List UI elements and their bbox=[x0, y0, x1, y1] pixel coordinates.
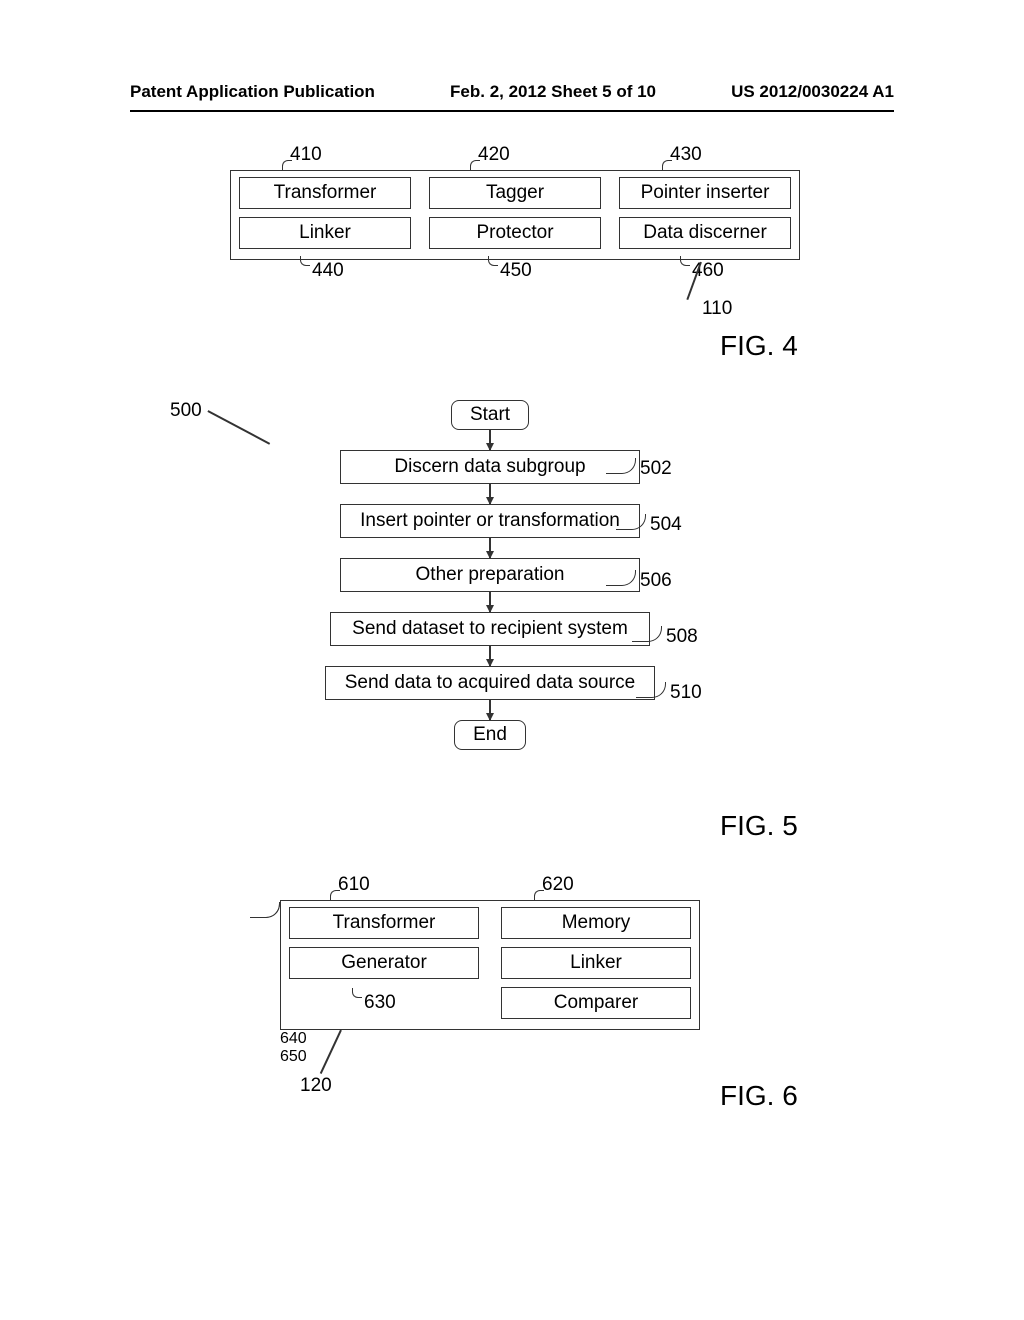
ref-508: 508 bbox=[666, 626, 698, 648]
fig6-row-extra: Comparer bbox=[289, 987, 691, 1019]
box-generator: Generator bbox=[289, 947, 479, 979]
ref-450: 450 bbox=[500, 260, 532, 282]
ref-110: 110 bbox=[702, 298, 732, 320]
header-rule bbox=[130, 110, 894, 112]
step-502: Discern data subgroup bbox=[340, 450, 640, 484]
ref-510-text: 510 bbox=[670, 682, 702, 703]
header-mid: Feb. 2, 2012 Sheet 5 of 10 bbox=[450, 82, 656, 102]
ref-120: 120 bbox=[300, 1075, 332, 1097]
ref-650-text: 650 bbox=[280, 1048, 307, 1065]
figure-6: 610 620 Transformer Memory Generator Lin… bbox=[280, 900, 700, 1066]
fig6-label: FIG. 6 bbox=[720, 1080, 798, 1112]
arrow-down bbox=[489, 484, 491, 504]
box-linker: Linker bbox=[239, 217, 411, 249]
ref-508-text: 508 bbox=[666, 626, 698, 647]
ref-hook bbox=[352, 988, 362, 998]
box-pointer-inserter: Pointer inserter bbox=[619, 177, 791, 209]
arrow-down bbox=[489, 430, 491, 450]
step-510: Send data to acquired data source bbox=[325, 666, 655, 700]
terminal-start: Start bbox=[451, 400, 529, 430]
leader-line bbox=[208, 410, 271, 444]
ref-620: 620 bbox=[542, 874, 574, 896]
box-tagger: Tagger bbox=[429, 177, 601, 209]
box-memory: Memory bbox=[501, 907, 691, 939]
ref-hook bbox=[470, 160, 480, 170]
ref-502: 502 bbox=[640, 458, 672, 480]
header-left: Patent Application Publication bbox=[130, 82, 375, 102]
ref-510: 510 bbox=[670, 682, 702, 704]
page-header: Patent Application Publication Feb. 2, 2… bbox=[0, 82, 1024, 102]
figure-5: 500 Start Discern data subgroup Insert p… bbox=[170, 400, 810, 820]
arrow-down bbox=[489, 646, 491, 666]
box-transformer: Transformer bbox=[239, 177, 411, 209]
ref-440: 440 bbox=[312, 260, 344, 282]
box-comparer: Comparer bbox=[501, 987, 691, 1019]
ref-506-text: 506 bbox=[640, 570, 672, 591]
ref-504-text: 504 bbox=[650, 514, 682, 535]
ref-630: 630 bbox=[364, 992, 396, 1014]
ref-430: 430 bbox=[670, 144, 702, 166]
arrow-down bbox=[489, 592, 491, 612]
ref-502-text: 502 bbox=[640, 458, 672, 479]
step-504: Insert pointer or transformation bbox=[340, 504, 640, 538]
ref-420: 420 bbox=[478, 144, 510, 166]
header-right: US 2012/0030224 A1 bbox=[731, 82, 894, 102]
ref-506: 506 bbox=[640, 570, 672, 592]
ref-610: 610 bbox=[338, 874, 370, 896]
terminal-end: End bbox=[454, 720, 526, 750]
ref-640-text: 640 bbox=[280, 1030, 307, 1047]
ref-640: 640 bbox=[280, 1030, 700, 1048]
step-506: Other preparation bbox=[340, 558, 640, 592]
box-data-discerner: Data discerner bbox=[619, 217, 791, 249]
ref-hook bbox=[300, 256, 310, 266]
ref-hook bbox=[662, 160, 672, 170]
box-linker-6: Linker bbox=[501, 947, 691, 979]
fig6-container: Transformer Memory Generator Linker Comp… bbox=[280, 900, 700, 1030]
fig4-row-top: Transformer Tagger Pointer inserter bbox=[239, 177, 791, 209]
fig5-label: FIG. 5 bbox=[720, 810, 798, 842]
arrow-down bbox=[489, 538, 491, 558]
ref-hook bbox=[488, 256, 498, 266]
fig4-row-bot: Linker Protector Data discerner bbox=[239, 217, 791, 249]
figure-4: 410 420 430 Transformer Tagger Pointer i… bbox=[230, 170, 800, 260]
fig4-container: Transformer Tagger Pointer inserter Link… bbox=[230, 170, 800, 260]
box-protector: Protector bbox=[429, 217, 601, 249]
ref-650: 650 bbox=[280, 1048, 700, 1066]
ref-500: 500 bbox=[170, 400, 202, 422]
fig4-label: FIG. 4 bbox=[720, 330, 798, 362]
ref-hook bbox=[680, 256, 690, 266]
box-transformer-6: Transformer bbox=[289, 907, 479, 939]
ref-hook bbox=[282, 160, 292, 170]
fig6-row-bot: Generator Linker bbox=[289, 947, 691, 979]
ref-hook bbox=[534, 890, 544, 900]
ref-504: 504 bbox=[650, 514, 682, 536]
ref-410: 410 bbox=[290, 144, 322, 166]
arrow-down bbox=[489, 700, 491, 720]
step-508: Send dataset to recipient system bbox=[330, 612, 650, 646]
fig6-row-top: Transformer Memory bbox=[289, 907, 691, 939]
ref-hook bbox=[330, 890, 340, 900]
